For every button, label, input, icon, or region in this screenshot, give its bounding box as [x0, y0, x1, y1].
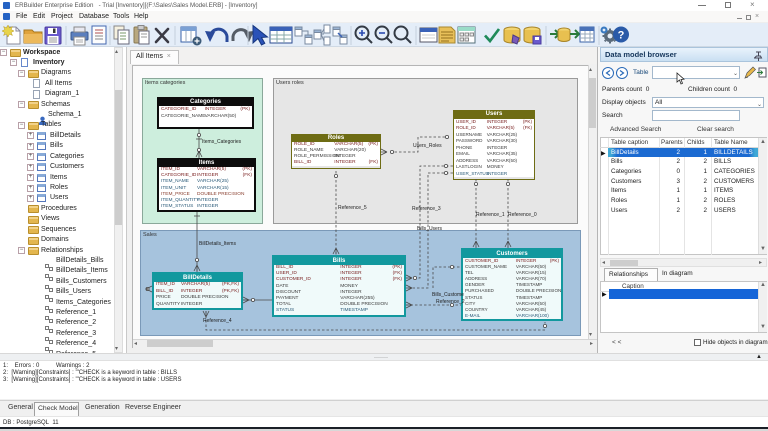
svg-text:?: ?: [618, 30, 625, 42]
